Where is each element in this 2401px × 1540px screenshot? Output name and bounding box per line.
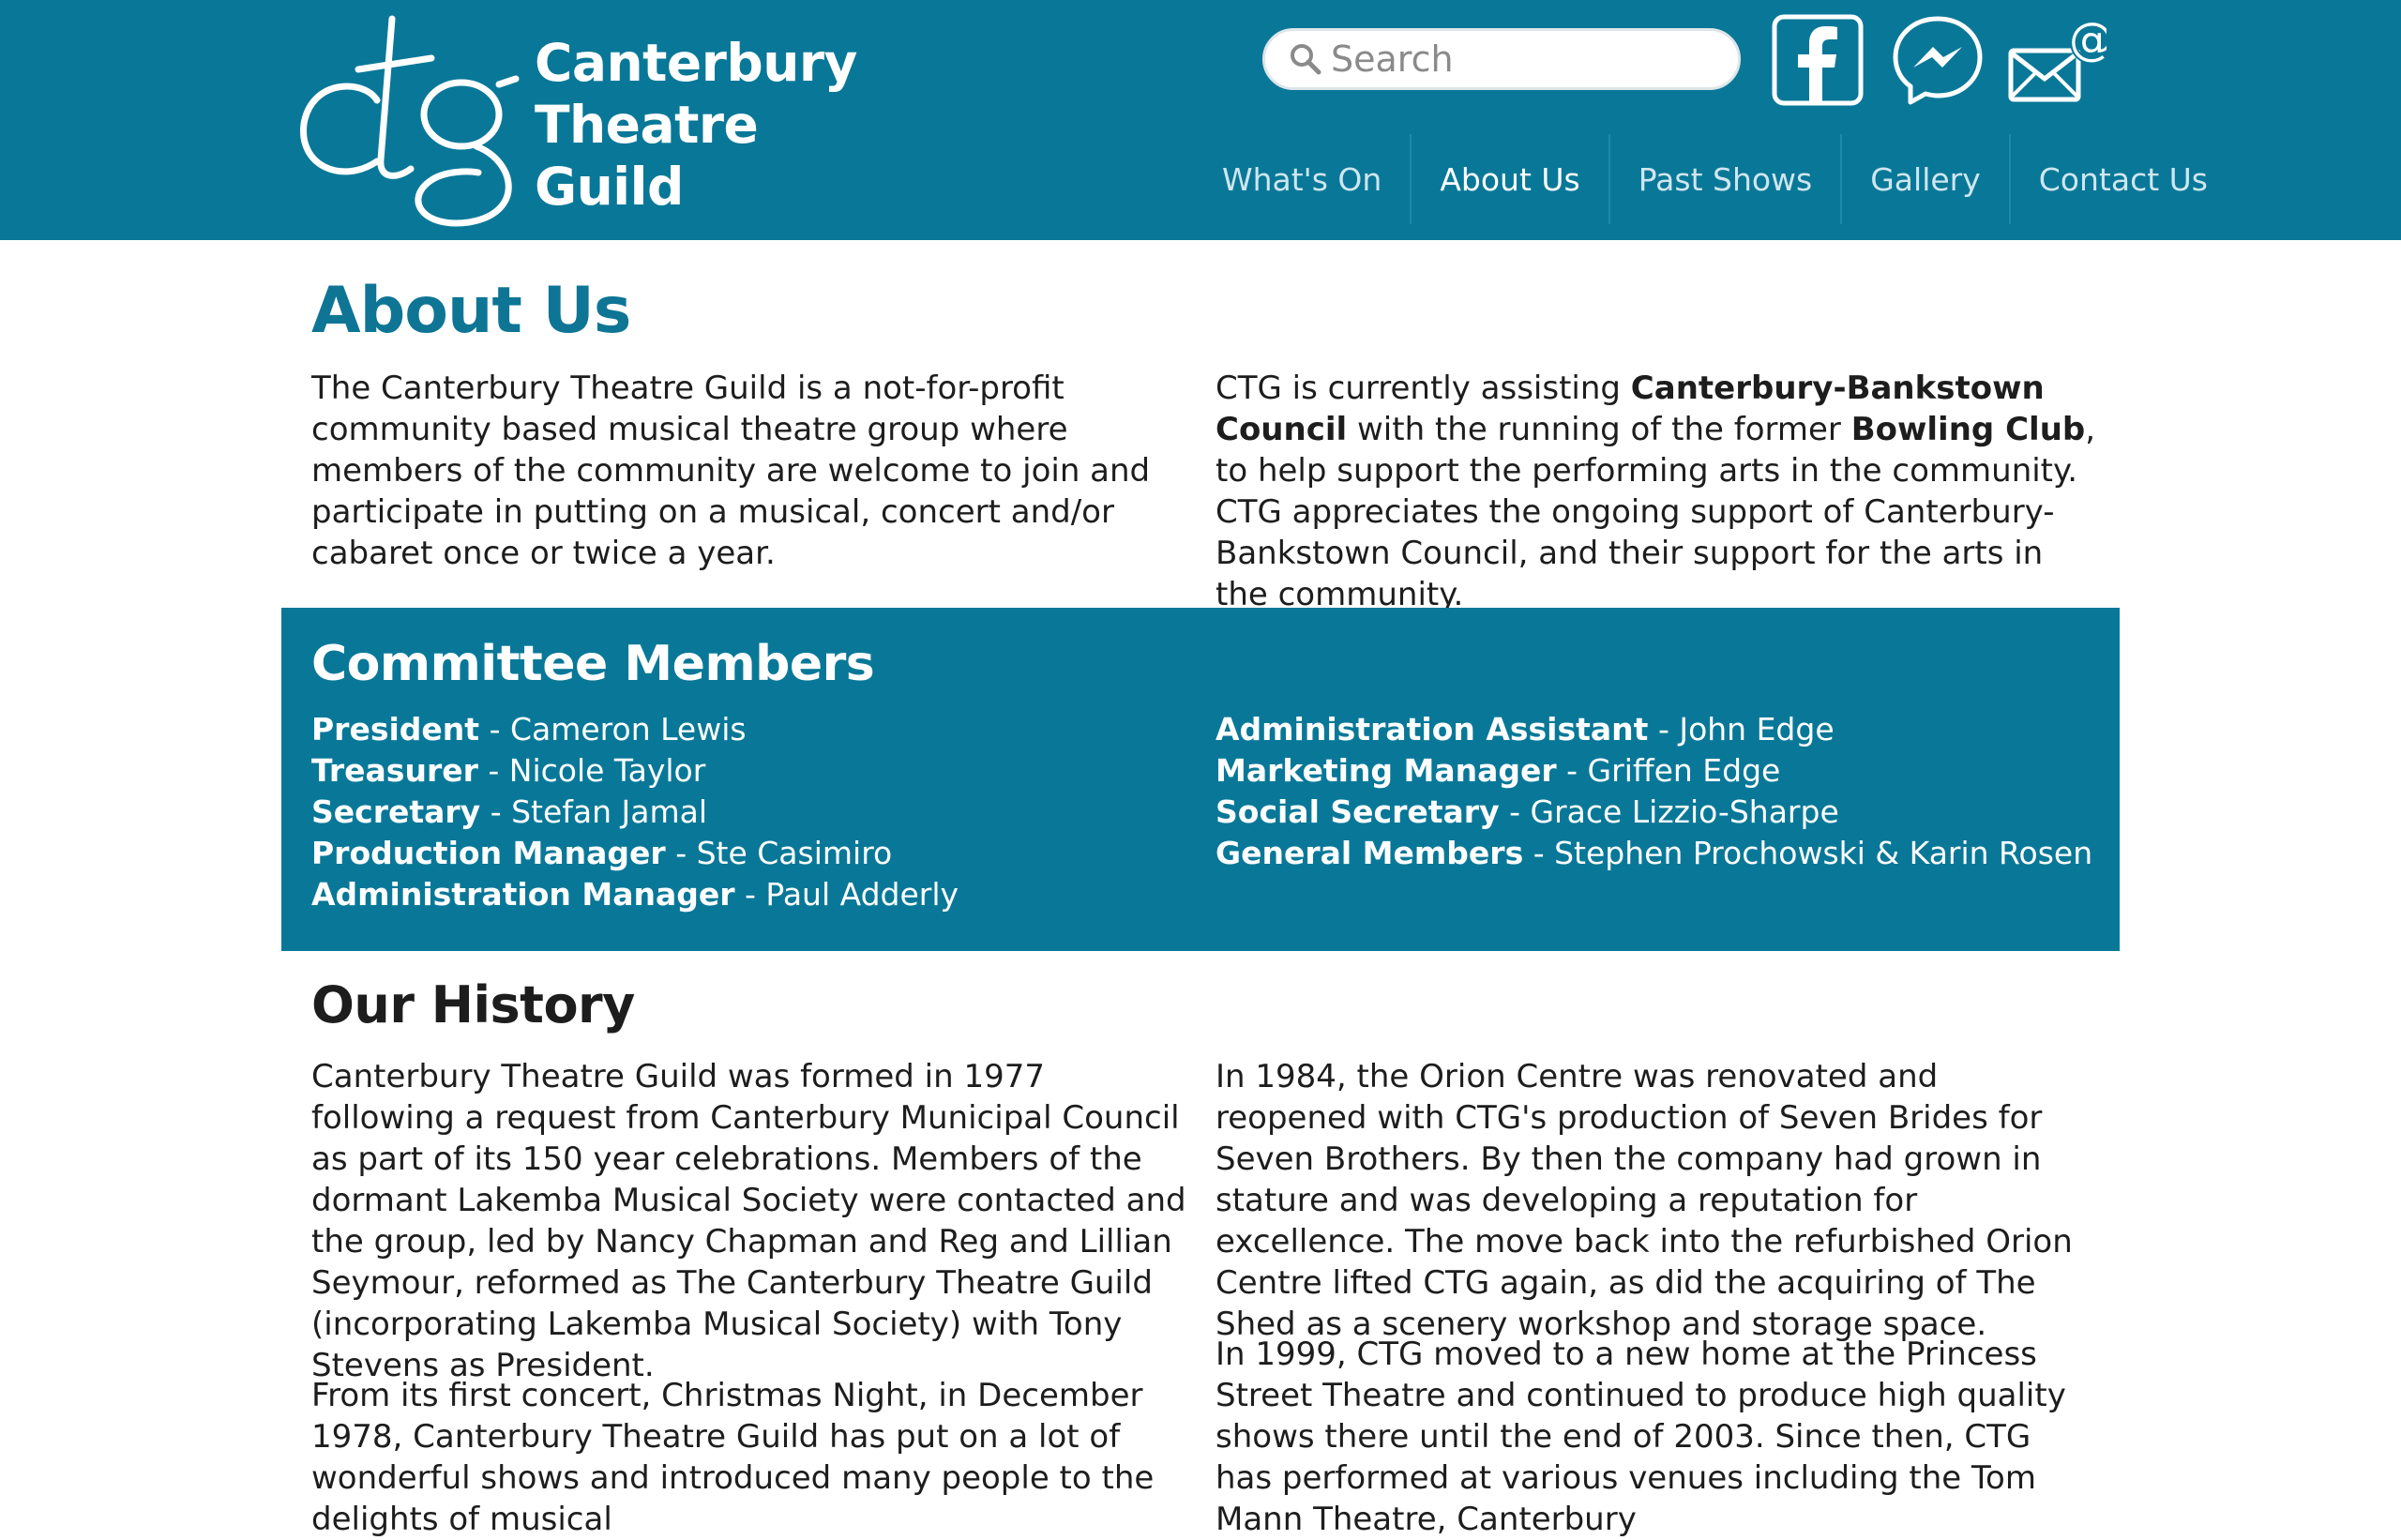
committee-list-left: President - Cameron Lewis Treasurer - Ni… bbox=[311, 709, 959, 915]
site-logo[interactable]: Canterbury Theatre Guild bbox=[291, 11, 857, 232]
committee-member: General Members - Stephen Prochowski & K… bbox=[1216, 835, 2093, 871]
committee-member: Marketing Manager - Griffen Edge bbox=[1216, 752, 1781, 789]
committee-list-right: Administration Assistant - John Edge Mar… bbox=[1216, 709, 2092, 874]
svg-text:@: @ bbox=[2069, 13, 2107, 66]
history-paragraph-2: From its first concert, Christmas Night,… bbox=[311, 1377, 1155, 1538]
facebook-icon bbox=[1772, 14, 1864, 106]
about-intro-text: The Canterbury Theatre Guild is a not-fo… bbox=[311, 370, 1151, 572]
nav-item-whats-on[interactable]: What's On bbox=[1194, 134, 1410, 224]
history-paragraph-3: In 1984, the Orion Centre was renovated … bbox=[1216, 1058, 2073, 1343]
committee-member: Treasurer - Nicole Taylor bbox=[311, 752, 706, 789]
history-title: Our History bbox=[311, 975, 635, 1034]
messenger-icon bbox=[1893, 16, 1983, 105]
committee-member: Production Manager - Ste Casimiro bbox=[311, 835, 893, 871]
site-header: Canterbury Theatre Guild @ Wha bbox=[0, 0, 2401, 240]
about-council-text: CTG is currently assisting Canterbury-Ba… bbox=[1216, 370, 2096, 613]
page-title: About Us bbox=[311, 274, 631, 348]
search-input[interactable] bbox=[1331, 38, 1725, 80]
nav-item-gallery[interactable]: Gallery bbox=[1840, 134, 2009, 224]
nav-item-about-us[interactable]: About Us bbox=[1410, 134, 1608, 224]
main-nav: What's On About Us Past Shows Gallery Co… bbox=[1194, 134, 2236, 224]
history-paragraph-1: Canterbury Theatre Guild was formed in 1… bbox=[311, 1058, 1186, 1384]
messenger-link[interactable] bbox=[1891, 13, 1985, 107]
bowling-club-name: Bowling Club bbox=[1850, 411, 2086, 448]
committee-member: President - Cameron Lewis bbox=[311, 711, 747, 747]
ctg-logo-mark bbox=[300, 15, 520, 227]
committee-member: Administration Manager - Paul Adderly bbox=[311, 876, 959, 913]
nav-item-past-shows[interactable]: Past Shows bbox=[1608, 134, 1841, 224]
committee-member: Secretary - Stefan Jamal bbox=[311, 793, 708, 830]
site-name-line-2: Theatre bbox=[535, 95, 759, 155]
history-paragraph-4: In 1999, CTG moved to a new home at the … bbox=[1216, 1336, 2066, 1538]
committee-member: Social Secretary - Grace Lizzio-Sharpe bbox=[1216, 793, 1839, 830]
site-name-line-3: Guild bbox=[535, 157, 684, 217]
site-name: Canterbury Theatre Guild bbox=[535, 32, 857, 218]
committee-section: Committee Members President - Cameron Le… bbox=[281, 608, 2120, 951]
facebook-link[interactable] bbox=[1771, 13, 1865, 107]
committee-member: Administration Assistant - John Edge bbox=[1216, 711, 1835, 747]
committee-title: Committee Members bbox=[311, 636, 875, 692]
search-icon bbox=[1291, 44, 1321, 75]
email-link[interactable]: @ bbox=[2007, 11, 2116, 107]
search-box[interactable] bbox=[1262, 28, 1741, 90]
nav-item-contact-us[interactable]: Contact Us bbox=[2008, 134, 2236, 224]
email-icon: @ bbox=[2008, 11, 2116, 102]
site-name-line-1: Canterbury bbox=[535, 33, 857, 93]
